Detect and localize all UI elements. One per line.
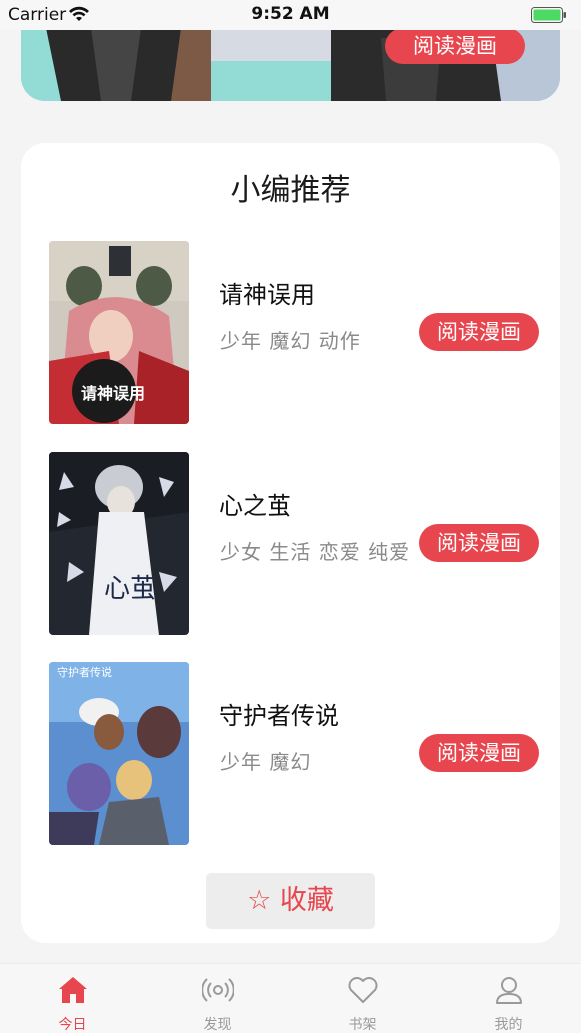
read-comic-button[interactable]: 阅读漫画 xyxy=(419,524,539,562)
collect-button[interactable]: ☆ 收藏 xyxy=(206,873,375,929)
tab-bar: 今日 发现 书架 我的 xyxy=(0,963,581,1033)
banner-read-button[interactable]: 阅读漫画 xyxy=(385,28,525,64)
cover-title-text: 守护者传说 xyxy=(57,665,112,679)
comic-cover-image[interactable]: 请神误用 xyxy=(49,241,189,424)
comic-tags: 少女 生活 恋爱 纯爱 xyxy=(220,540,411,564)
section-title: 小编推荐 xyxy=(230,173,351,208)
comic-title[interactable]: 心之茧 xyxy=(219,486,291,521)
read-comic-button[interactable]: 阅读漫画 xyxy=(419,734,539,772)
tab-bookshelf[interactable]: 书架 xyxy=(290,964,435,1033)
tab-profile[interactable]: 我的 xyxy=(436,964,581,1033)
tab-label: 书架 xyxy=(348,1017,377,1033)
heart-icon xyxy=(348,977,378,1003)
featured-banner[interactable]: 阅读漫画 xyxy=(21,28,560,101)
status-bar: Carrier 9:52 AM xyxy=(0,0,581,30)
comic-title[interactable]: 守护者传说 xyxy=(219,696,339,731)
user-icon xyxy=(496,977,522,1004)
collect-label: 收藏 xyxy=(279,885,334,916)
clock: 9:52 AM xyxy=(251,4,330,24)
cover-title-text: 请神误用 xyxy=(81,384,145,403)
comic-item[interactable]: 守护者传说 守护者传说 少年 魔幻 阅读漫画 xyxy=(49,662,539,845)
recommend-card: 小编推荐 请神误用 请神误用 少年 魔幻 动作 阅读漫画 心茧 心之茧 少女 生… xyxy=(21,143,560,943)
broadcast-icon xyxy=(202,978,234,1002)
comic-cover-image[interactable]: 守护者传说 xyxy=(49,662,189,845)
battery-icon xyxy=(531,7,566,23)
comic-item[interactable]: 请神误用 请神误用 少年 魔幻 动作 阅读漫画 xyxy=(49,241,539,424)
home-icon xyxy=(59,977,87,1003)
comic-title[interactable]: 请神误用 xyxy=(219,275,315,310)
tab-label: 我的 xyxy=(494,1017,523,1033)
read-comic-button[interactable]: 阅读漫画 xyxy=(419,313,539,351)
cover-title-text: 心茧 xyxy=(104,574,156,604)
star-icon: ☆ xyxy=(247,885,272,916)
tab-label: 发现 xyxy=(203,1017,232,1033)
comic-item[interactable]: 心茧 心之茧 少女 生活 恋爱 纯爱 阅读漫画 xyxy=(49,452,539,635)
tab-label: 今日 xyxy=(58,1017,87,1033)
comic-cover-image[interactable]: 心茧 xyxy=(49,452,189,635)
comic-tags: 少年 魔幻 动作 xyxy=(220,329,361,353)
tab-discover[interactable]: 发现 xyxy=(145,964,290,1033)
tab-today[interactable]: 今日 xyxy=(0,964,145,1033)
comic-tags: 少年 魔幻 xyxy=(220,750,312,774)
